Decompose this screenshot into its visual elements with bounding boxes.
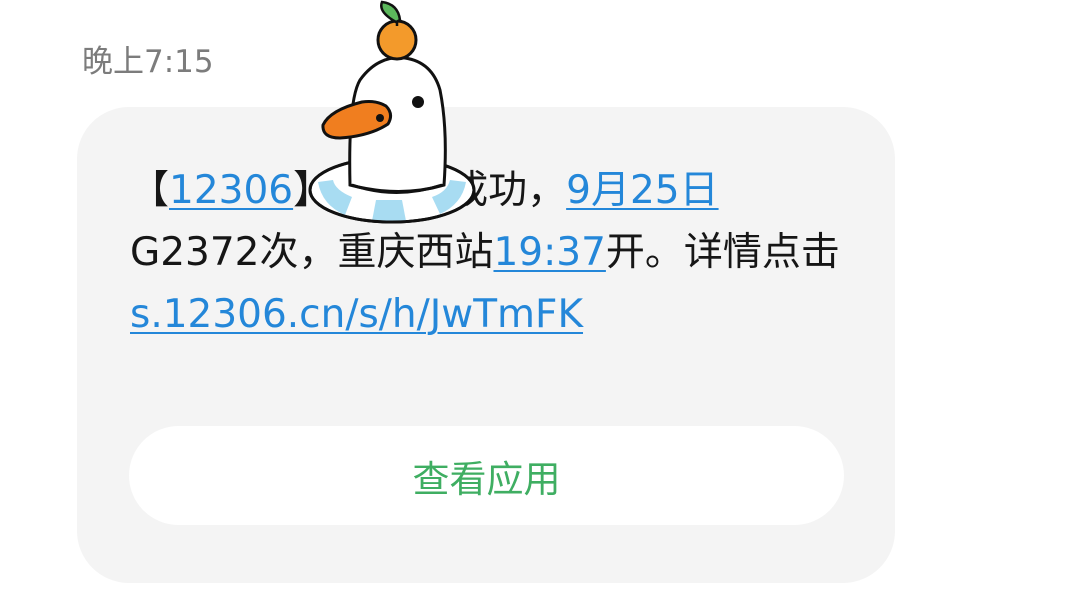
- message-timestamp: 晚上7:15: [82, 44, 214, 80]
- bracket-open: 【: [130, 168, 170, 213]
- duck-sticker-icon: [308, 0, 476, 224]
- view-app-button[interactable]: 查看应用: [129, 426, 844, 525]
- date-link[interactable]: 9月25日: [566, 168, 718, 213]
- url-link[interactable]: s.12306.cn/s/h/JwTmFK: [130, 292, 583, 337]
- sender-link[interactable]: 12306: [169, 168, 293, 213]
- message-text: 【12306】您购票成功，9月25日G2372次，重庆西站19:37开。详情点击…: [130, 160, 850, 346]
- message-body-part3: 开。详情点击: [605, 230, 840, 275]
- time-link[interactable]: 19:37: [493, 230, 605, 275]
- message-body-part2: G2372次，重庆西站: [130, 230, 494, 275]
